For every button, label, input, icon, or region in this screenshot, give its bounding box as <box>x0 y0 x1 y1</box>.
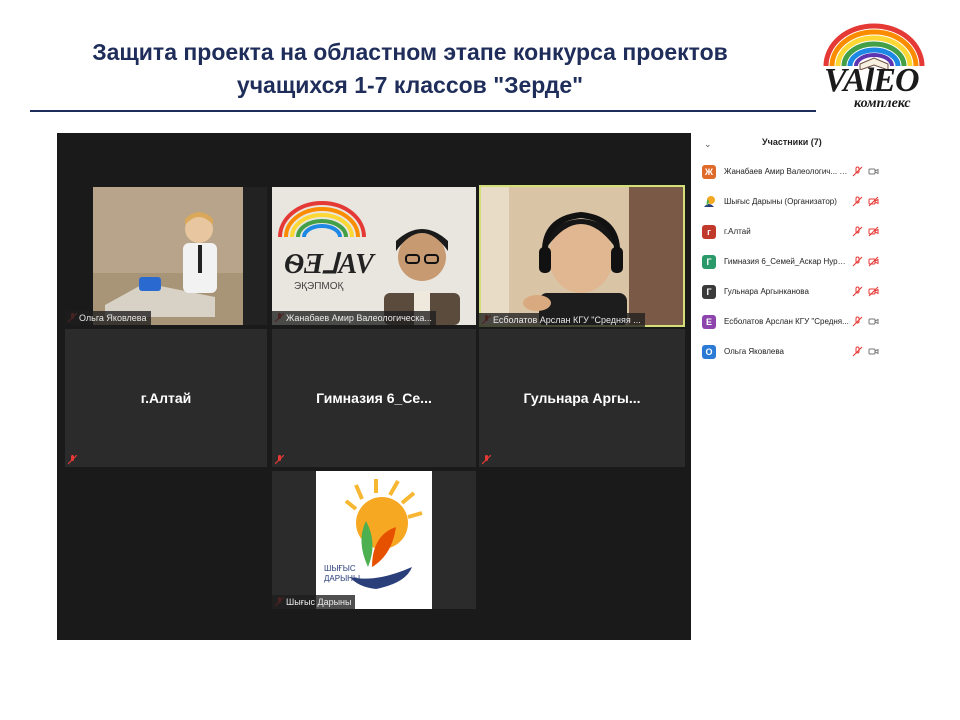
video-tile-shygys-daryny[interactable]: ШЫҒЫС ДАРЫНЫ Шығыс Дарыны <box>272 471 476 609</box>
participant-avatar: г <box>702 225 716 239</box>
participant-name: Гульнара Аргынканова <box>724 287 809 296</box>
participant-name: Шығыс Дарыны (Организатор) <box>724 197 837 206</box>
participant-avatar: Ж <box>702 165 716 179</box>
video-tile-gymnasium-6[interactable]: Гимназия 6_Се... <box>272 329 476 467</box>
participant-avatar: Г <box>702 285 716 299</box>
video-tile-olga[interactable]: Ольга Яковлева <box>65 187 267 325</box>
shygys-daryny-logo: ШЫҒЫС ДАРЫНЫ <box>316 471 432 609</box>
video-conference-window: Ольга Яковлева ѲƎ⅃AV ЭҚЭПМОҚ Жанабаев Ам… <box>57 133 691 640</box>
participant-name: Жанабаев Амир Валеологич... (Я) <box>724 167 850 176</box>
participants-panel: ⌄ Участники (7) Ж Жанабаев Амир Валеологи… <box>696 133 886 373</box>
participant-avatar: Г <box>702 255 716 269</box>
video-off-icon[interactable] <box>868 256 879 267</box>
participant-name: Гимназия 6_Семей_Аскар Нурис... <box>724 257 850 266</box>
participant-row[interactable]: Ж Жанабаев Амир Валеологич... (Я) <box>702 163 886 181</box>
video-feed-boy-headphones <box>479 185 685 327</box>
participant-avatar: О <box>702 345 716 359</box>
tile-name-label: Есболатов Арслан КГУ "Средняя ... <box>479 313 645 327</box>
participant-avatar: Е <box>702 315 716 329</box>
mic-muted-icon[interactable] <box>852 316 863 327</box>
presentation-slide: Защита проекта на областном этапе конкур… <box>0 0 960 720</box>
mic-muted-icon <box>275 455 284 465</box>
mic-muted-icon <box>68 455 77 465</box>
video-camera-icon[interactable] <box>868 346 879 357</box>
slide-title: Защита проекта на областном этапе конкур… <box>20 36 800 102</box>
participant-row[interactable]: Е Есболатов Арслан КГУ "Средня... <box>702 313 886 331</box>
participant-row[interactable]: О Ольга Яковлева <box>702 343 886 361</box>
participant-row[interactable]: г г.Алтай <box>702 223 886 241</box>
video-feed-boy-glasses: ѲƎ⅃AV ЭҚЭПМОҚ <box>272 187 476 325</box>
video-off-icon[interactable] <box>868 226 879 237</box>
title-divider <box>30 110 816 112</box>
mic-muted-icon[interactable] <box>852 256 863 267</box>
participants-title: Участники (7) <box>762 137 822 147</box>
mic-muted-icon[interactable] <box>852 166 863 177</box>
svg-text:ѲƎ⅃AV: ѲƎ⅃AV <box>284 249 376 280</box>
chevron-down-icon[interactable]: ⌄ <box>704 139 712 150</box>
slide-title-line-2: учащихся 1-7 классов "Зерде" <box>236 72 584 98</box>
tile-participant-name: Гульнара Аргы... <box>523 390 641 406</box>
video-feed-boy-robot <box>65 187 267 325</box>
mic-muted-icon <box>482 455 491 465</box>
video-tile-gulnara[interactable]: Гульнара Аргы... <box>479 329 685 467</box>
participant-row[interactable]: Г Гульнара Аргынканова <box>702 283 886 301</box>
video-tile-g-altai[interactable]: г.Алтай <box>65 329 267 467</box>
slide-title-line-1: Защита проекта на областном этапе конкур… <box>92 39 728 65</box>
participant-avatar <box>702 195 716 209</box>
participant-name: Есболатов Арслан КГУ "Средня... <box>724 317 849 326</box>
video-off-icon[interactable] <box>868 196 879 207</box>
video-camera-icon[interactable] <box>868 166 879 177</box>
video-tile-esbolatov-active-speaker[interactable]: Есболатов Арслан КГУ "Средняя ... <box>479 185 685 327</box>
participant-row[interactable]: Г Гимназия 6_Семей_Аскар Нурис... <box>702 253 886 271</box>
shygys-logo-line-2: ДАРЫНЫ <box>324 574 360 583</box>
logo-subtitle: комплекс <box>854 96 911 111</box>
valeo-logo: VAlEO комплекс <box>818 20 930 116</box>
tile-participant-name: г.Алтай <box>140 390 192 406</box>
svg-text:ЭҚЭПМОҚ: ЭҚЭПМОҚ <box>294 281 343 292</box>
logo-name: VAlEO <box>824 62 920 99</box>
participant-name: г.Алтай <box>724 227 751 236</box>
tile-name-label: Жанабаев Амир Валеологическа... <box>272 311 436 325</box>
participants-header[interactable]: ⌄ Участники (7) <box>696 137 886 151</box>
video-off-icon[interactable] <box>868 286 879 297</box>
video-tile-zhanabaev[interactable]: ѲƎ⅃AV ЭҚЭПМОҚ Жанабаев Амир Валеологичес… <box>272 187 476 325</box>
shygys-logo-line-1: ШЫҒЫС <box>324 564 356 573</box>
participant-name: Ольга Яковлева <box>724 347 784 356</box>
tile-name-label: Ольга Яковлева <box>65 311 151 325</box>
mic-muted-icon[interactable] <box>852 196 863 207</box>
mic-muted-icon[interactable] <box>852 226 863 237</box>
mic-muted-icon[interactable] <box>852 346 863 357</box>
tile-name-label: Шығыс Дарыны <box>272 595 356 609</box>
mic-muted-icon[interactable] <box>852 286 863 297</box>
tile-participant-name: Гимназия 6_Се... <box>316 390 432 406</box>
video-camera-icon[interactable] <box>868 316 879 327</box>
participant-row[interactable]: Шығыс Дарыны (Организатор) <box>702 193 886 211</box>
